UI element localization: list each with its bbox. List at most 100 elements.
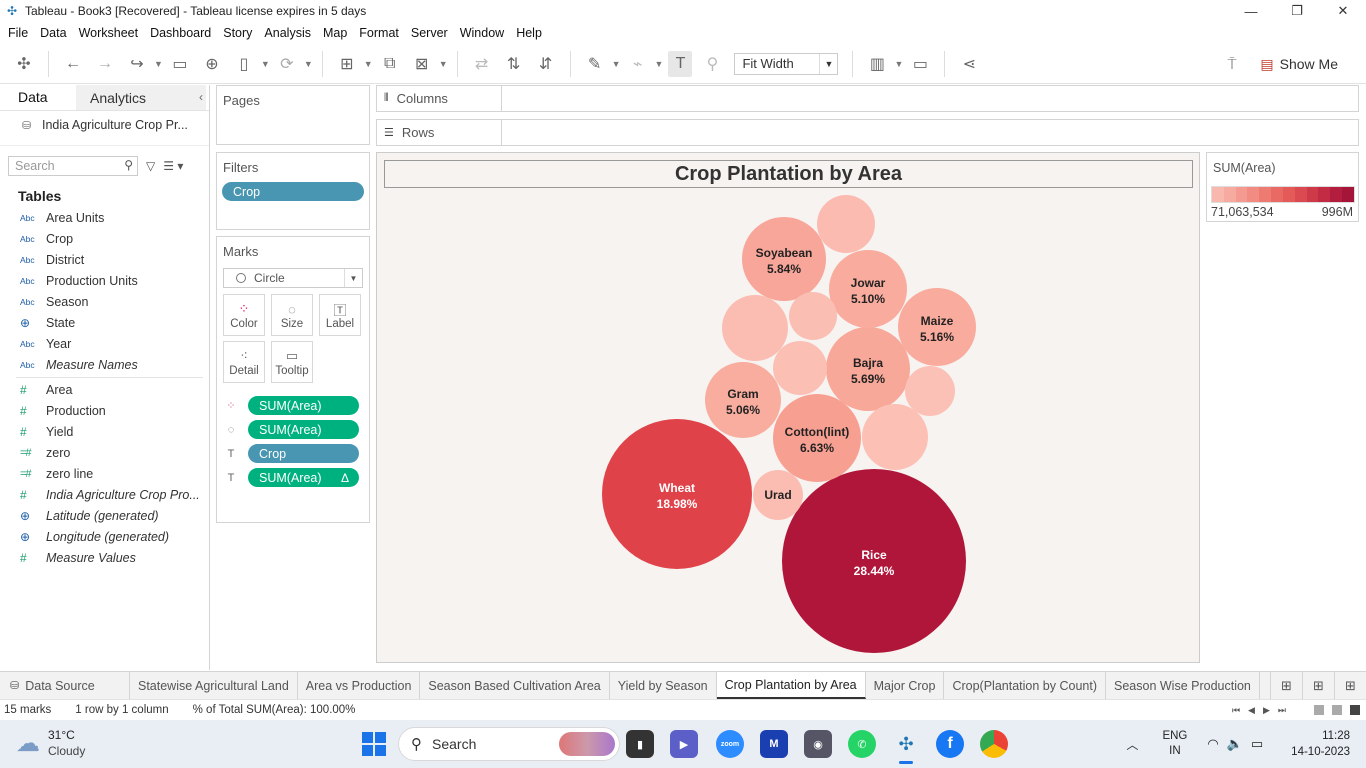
- menu-dashboard[interactable]: Dashboard: [144, 26, 217, 40]
- teams-icon[interactable]: ▶: [670, 730, 698, 758]
- pages-card[interactable]: Pages: [216, 85, 370, 145]
- sheet-tab[interactable]: Crop(Plantation by Count): [944, 672, 1106, 699]
- start-button[interactable]: [362, 732, 386, 756]
- bubble-jowar[interactable]: Jowar 5.10%: [829, 250, 907, 328]
- sheet-tab-active[interactable]: Crop Plantation by Area: [716, 672, 866, 699]
- bubble-circle[interactable]: [773, 341, 827, 395]
- new-worksheet-icon[interactable]: ⊞: [1270, 672, 1302, 699]
- bubble-unlabeled[interactable]: [905, 366, 955, 416]
- bubble-unlabeled[interactable]: [773, 341, 827, 395]
- field-longitude-generated[interactable]: ⊕ Longitude (generated): [0, 526, 209, 547]
- fix-axes-icon[interactable]: ⚲: [700, 51, 724, 77]
- new-story-icon[interactable]: ⊞: [1334, 672, 1366, 699]
- tab-data[interactable]: Data: [0, 85, 76, 110]
- show-me-button[interactable]: ▤ Show Me: [1260, 51, 1338, 77]
- field-state[interactable]: ⊕ State: [0, 312, 209, 333]
- field-latitude-generated[interactable]: ⊕ Latitude (generated): [0, 505, 209, 526]
- marks-pill-label-area[interactable]: SUM(Area) Δ: [248, 468, 359, 487]
- sheet-sorter-icon[interactable]: [1314, 705, 1324, 715]
- replay-icon[interactable]: ↪: [125, 51, 149, 77]
- clear-dropdown-icon[interactable]: ▼: [439, 51, 448, 77]
- refresh-dropdown-icon[interactable]: ▼: [304, 51, 313, 77]
- new-dashboard-icon[interactable]: ⊞: [1302, 672, 1334, 699]
- bubble-unlabeled[interactable]: [789, 292, 837, 340]
- bubble-chart[interactable]: Rice 28.44% Wheat 18.98% Cotton(lint) 6.63% So…: [377, 153, 1201, 664]
- field-india-agriculture-crop-pro[interactable]: # India Agriculture Crop Pro...: [0, 484, 209, 505]
- data-source[interactable]: ⛁ India Agriculture Crop Pr...: [0, 111, 209, 139]
- viz-title[interactable]: Crop Plantation by Area: [384, 160, 1193, 188]
- field-measure-values[interactable]: # Measure Values: [0, 547, 209, 568]
- field-yield[interactable]: # Yield: [0, 421, 209, 442]
- new-worksheet-dropdown-icon[interactable]: ▼: [364, 51, 373, 77]
- field-crop[interactable]: Abc Crop: [0, 228, 209, 249]
- field-measure-names[interactable]: Abc Measure Names: [0, 354, 209, 375]
- menu-format[interactable]: Format: [353, 26, 405, 40]
- app-m-icon[interactable]: M: [760, 730, 788, 758]
- swap-icon[interactable]: ⇄: [470, 51, 494, 77]
- task-view-icon[interactable]: ▮: [626, 730, 654, 758]
- bubble-soyabean[interactable]: Soyabean 5.84%: [742, 217, 826, 301]
- label-button[interactable]: 🅃 Label: [319, 294, 361, 336]
- menu-worksheet[interactable]: Worksheet: [73, 26, 145, 40]
- search-input[interactable]: Search ⚲: [8, 155, 138, 176]
- format-painter-icon[interactable]: ⍑: [1220, 51, 1244, 77]
- color-legend[interactable]: SUM(Area) 71,063,534 996M: [1206, 152, 1359, 222]
- bubble-circle[interactable]: [862, 404, 928, 470]
- sheet-tab[interactable]: Major Crop: [866, 672, 945, 699]
- menu-story[interactable]: Story: [217, 26, 258, 40]
- language-indicator[interactable]: ENG IN: [1162, 729, 1187, 759]
- field-zero[interactable]: =# zero: [0, 442, 209, 463]
- marks-pill-color[interactable]: SUM(Area): [248, 396, 359, 415]
- first-sheet-icon[interactable]: ⏮: [1232, 705, 1240, 716]
- menu-data[interactable]: Data: [34, 26, 72, 40]
- sort-ascending-icon[interactable]: ⇅: [502, 51, 526, 77]
- field-production-units[interactable]: Abc Production Units: [0, 270, 209, 291]
- field-year[interactable]: Abc Year: [0, 333, 209, 354]
- chrome-icon[interactable]: [980, 730, 1008, 758]
- viz-canvas[interactable]: Rice 28.44% Wheat 18.98% Cotton(lint) 6.63% So…: [376, 152, 1200, 663]
- field-production[interactable]: # Production: [0, 400, 209, 421]
- rows-shelf[interactable]: ☰ Rows: [376, 119, 1359, 146]
- new-worksheet-icon[interactable]: ⊞: [335, 51, 359, 77]
- clear-sheet-icon[interactable]: ⊠: [410, 51, 434, 77]
- bubble-circle[interactable]: [817, 195, 875, 253]
- bubble-unlabeled[interactable]: [722, 295, 788, 361]
- facebook-icon[interactable]: f: [936, 730, 964, 758]
- weather-widget[interactable]: ☁ 31°C Cloudy: [16, 727, 85, 759]
- redo-icon[interactable]: →: [93, 51, 117, 77]
- bubble-gram[interactable]: Gram 5.06%: [705, 362, 781, 438]
- clock[interactable]: 11:28 14-10-2023: [1291, 728, 1350, 760]
- tooltip-button[interactable]: ▭ Tooltip: [271, 341, 313, 383]
- new-datasource-icon[interactable]: ⊕: [200, 51, 224, 77]
- last-sheet-icon[interactable]: ⏭: [1278, 705, 1286, 716]
- filter-icon[interactable]: ▽: [146, 159, 155, 173]
- size-button[interactable]: ◌ Size: [271, 294, 313, 336]
- detail-button[interactable]: ⁖ Detail: [223, 341, 265, 383]
- refresh-icon[interactable]: ⟳: [275, 51, 299, 77]
- wifi-volume-battery-icon[interactable]: ◠🔈▭: [1207, 736, 1271, 752]
- tableau-taskbar-icon[interactable]: ✣: [892, 730, 920, 764]
- filters-card[interactable]: Filters Crop: [216, 152, 370, 230]
- whatsapp-icon[interactable]: ✆: [848, 730, 876, 758]
- menu-server[interactable]: Server: [405, 26, 454, 40]
- taskbar-search[interactable]: ⚲ Search: [398, 727, 620, 761]
- marks-pill-label-crop[interactable]: Crop: [248, 444, 359, 463]
- tab-analytics[interactable]: Analytics: [76, 85, 206, 110]
- prev-sheet-icon[interactable]: ◀: [1248, 705, 1255, 716]
- close-icon[interactable]: ✕: [1320, 0, 1366, 22]
- pause-dropdown-icon[interactable]: ▼: [261, 51, 270, 77]
- mark-type-select[interactable]: Circle ▼: [223, 268, 363, 288]
- bubble-maize[interactable]: Maize 5.16%: [898, 288, 976, 366]
- bubble-circle[interactable]: [789, 292, 837, 340]
- menu-map[interactable]: Map: [317, 26, 353, 40]
- highlight-icon[interactable]: ✎: [583, 51, 607, 77]
- save-icon[interactable]: ▭: [168, 51, 192, 77]
- presentation-mode-icon[interactable]: ▭: [908, 51, 932, 77]
- bubble-unlabeled[interactable]: [817, 195, 875, 253]
- share-icon[interactable]: ⋖: [957, 51, 981, 77]
- field-zero-line[interactable]: =# zero line: [0, 463, 209, 484]
- columns-shelf[interactable]: ⫴ Columns: [376, 85, 1359, 112]
- bubble-rice[interactable]: Rice 28.44%: [782, 469, 966, 653]
- marks-pill-size[interactable]: SUM(Area): [248, 420, 359, 439]
- bubble-circle[interactable]: [905, 366, 955, 416]
